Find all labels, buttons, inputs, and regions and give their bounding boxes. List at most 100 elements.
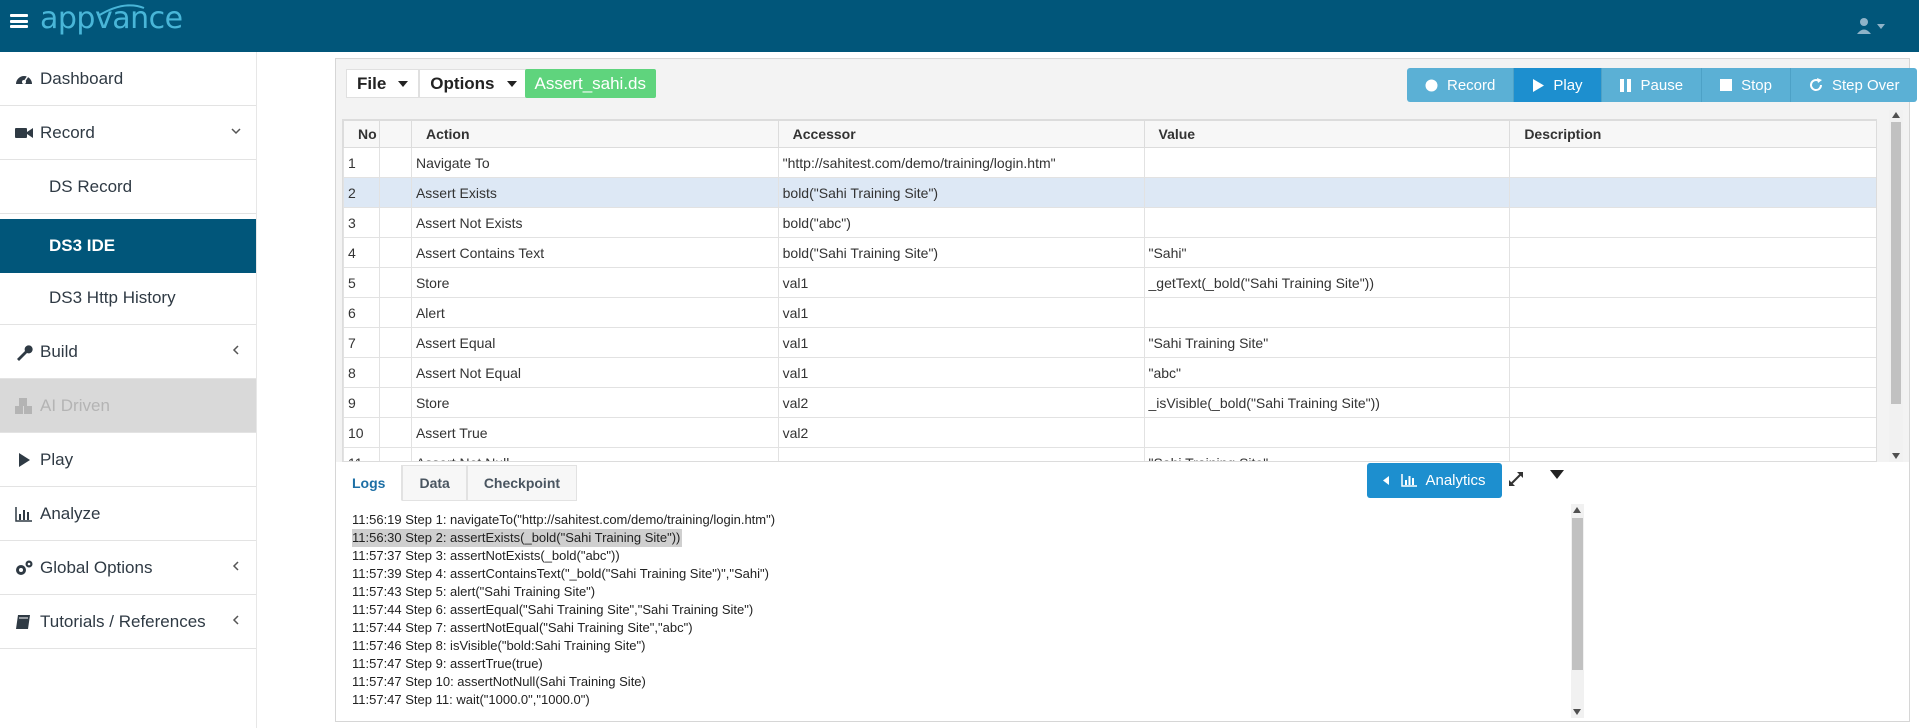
options-menu-button[interactable]: Options: [419, 69, 528, 98]
log-scrollbar[interactable]: [1571, 504, 1584, 718]
cell-action[interactable]: Assert Exists: [410, 177, 779, 208]
cell-value[interactable]: [1143, 177, 1511, 208]
column-header-accessor[interactable]: Accessor: [777, 120, 1145, 148]
cell-description[interactable]: [1509, 177, 1876, 208]
scroll-down-arrow-icon[interactable]: [1573, 709, 1581, 715]
record-label: Record: [1447, 76, 1496, 94]
table-row[interactable]: 8 Assert Not Equal val1 "abc": [343, 357, 1876, 388]
cell-accessor[interactable]: val1: [777, 297, 1145, 328]
collapse-caret-down-icon[interactable]: [1550, 470, 1564, 480]
sidebar-divider: [256, 52, 257, 728]
cell-value[interactable]: [1143, 297, 1511, 328]
cell-value[interactable]: _isVisible(_bold("Sahi Training Site")): [1143, 387, 1511, 418]
play-button[interactable]: Play: [1514, 68, 1602, 102]
table-row[interactable]: 3 Assert Not Exists bold("abc"): [343, 207, 1876, 238]
scroll-up-arrow-icon[interactable]: [1892, 112, 1900, 118]
log-line-highlighted: 11:56:30 Step 2: assertExists(_bold("Sah…: [352, 529, 683, 547]
cell-description[interactable]: [1509, 207, 1876, 238]
sidebar-item-ai-driven: AI Driven: [0, 379, 256, 433]
sidebar-item-ds3-ide[interactable]: DS3 IDE: [0, 219, 256, 273]
cell-accessor[interactable]: val2: [777, 417, 1145, 448]
cell-accessor[interactable]: bold("Sahi Training Site"): [777, 177, 1145, 208]
cell-action[interactable]: Store: [410, 387, 779, 418]
grid-scrollbar[interactable]: [1889, 110, 1903, 462]
column-header-description[interactable]: Description: [1509, 120, 1876, 148]
cell-action[interactable]: Navigate To: [410, 147, 779, 178]
sidebar-item-ds-record[interactable]: DS Record: [0, 160, 256, 214]
sidebar-item-dashboard[interactable]: Dashboard: [0, 52, 256, 106]
pause-button[interactable]: Pause: [1601, 68, 1703, 102]
table-row[interactable]: 7 Assert Equal val1 "Sahi Training Site": [343, 327, 1876, 358]
cell-action[interactable]: Assert Not Equal: [410, 357, 779, 388]
cell-action[interactable]: Assert Not Null: [410, 447, 779, 461]
cell-accessor[interactable]: val1: [777, 357, 1145, 388]
sidebar-item-analyze[interactable]: Analyze: [0, 487, 256, 541]
table-row[interactable]: 6 Alert val1: [343, 297, 1876, 328]
grid-scrollbar-thumb[interactable]: [1891, 122, 1901, 404]
cell-description[interactable]: [1509, 327, 1876, 358]
column-header-action[interactable]: Action: [410, 120, 779, 148]
sidebar-item-global-options[interactable]: Global Options: [0, 541, 256, 595]
table-row[interactable]: 10 Assert True val2: [343, 417, 1876, 448]
cell-value[interactable]: "Sahi Training Site": [1143, 447, 1511, 461]
stop-button[interactable]: Stop: [1702, 68, 1791, 102]
cell-description[interactable]: [1509, 357, 1876, 388]
table-row[interactable]: 4 Assert Contains Text bold("Sahi Trainin…: [343, 237, 1876, 268]
cell-description[interactable]: [1509, 237, 1876, 268]
cell-accessor[interactable]: val1: [777, 327, 1145, 358]
table-row[interactable]: 1 Navigate To "http://sahitest.com/demo/t…: [343, 147, 1876, 178]
cell-accessor[interactable]: [777, 447, 1145, 461]
sidebar-item-ds3-http-history[interactable]: DS3 Http History: [0, 271, 256, 325]
cell-action[interactable]: Assert Not Exists: [410, 207, 779, 238]
table-row[interactable]: 5 Store val1 _getText(_bold("Sahi Trainin…: [343, 267, 1876, 298]
cell-value[interactable]: [1143, 207, 1511, 238]
record-button[interactable]: Record: [1407, 68, 1515, 102]
user-menu-icon[interactable]: [1855, 16, 1889, 36]
table-row[interactable]: 2 Assert Exists bold("Sahi Training Site"…: [343, 177, 1876, 208]
table-row[interactable]: 9 Store val2 _isVisible(_bold("Sahi Train…: [343, 387, 1876, 418]
cell-value[interactable]: "abc": [1143, 357, 1511, 388]
cell-action[interactable]: Assert Contains Text: [410, 237, 779, 268]
log-scrollbar-thumb[interactable]: [1572, 518, 1583, 670]
hamburger-menu-icon[interactable]: [10, 14, 28, 28]
cell-value[interactable]: "Sahi": [1143, 237, 1511, 268]
cell-description[interactable]: [1509, 267, 1876, 298]
file-menu-button[interactable]: File: [346, 69, 420, 98]
scroll-up-arrow-icon[interactable]: [1573, 507, 1581, 513]
cell-accessor[interactable]: val2: [777, 387, 1145, 418]
sidebar-item-tutorials[interactable]: Tutorials / References: [0, 595, 256, 649]
tab-data[interactable]: Data: [402, 465, 467, 501]
cell-action[interactable]: Assert True: [410, 417, 779, 448]
cell-description[interactable]: [1509, 447, 1876, 461]
cell-description[interactable]: [1509, 297, 1876, 328]
cell-description[interactable]: [1509, 387, 1876, 418]
expand-icon[interactable]: [1507, 470, 1525, 488]
cell-action[interactable]: Store: [410, 267, 779, 298]
column-header-value[interactable]: Value: [1143, 120, 1511, 148]
cell-action[interactable]: Assert Equal: [410, 327, 779, 358]
sidebar-item-play[interactable]: Play: [0, 433, 256, 487]
cell-accessor[interactable]: "http://sahitest.com/demo/training/login…: [777, 147, 1145, 178]
sidebar-item-label: DS Record: [49, 176, 133, 196]
scroll-down-arrow-icon[interactable]: [1892, 453, 1900, 459]
tab-checkpoint[interactable]: Checkpoint: [466, 465, 578, 501]
cell-accessor[interactable]: val1: [777, 267, 1145, 298]
cell-value[interactable]: _getText(_bold("Sahi Training Site")): [1143, 267, 1511, 298]
sidebar-item-record[interactable]: Record: [0, 106, 256, 160]
cell-description[interactable]: [1509, 417, 1876, 448]
cell-value[interactable]: [1143, 417, 1511, 448]
sidebar-item-label: Global Options: [40, 557, 153, 577]
analytics-button[interactable]: Analytics: [1367, 463, 1502, 498]
cell-accessor[interactable]: bold("Sahi Training Site"): [777, 237, 1145, 268]
column-header-no[interactable]: No: [343, 120, 380, 148]
cell-action[interactable]: Alert: [410, 297, 779, 328]
bar-chart-icon: [15, 506, 32, 522]
step-over-button[interactable]: Step Over: [1790, 68, 1918, 102]
table-row[interactable]: 11 Assert Not Null "Sahi Training Site": [343, 447, 1876, 461]
cell-accessor[interactable]: bold("abc"): [777, 207, 1145, 238]
cell-value[interactable]: "Sahi Training Site": [1143, 327, 1511, 358]
sidebar-item-build[interactable]: Build: [0, 325, 256, 379]
cell-description[interactable]: [1509, 147, 1876, 178]
cell-value[interactable]: [1143, 147, 1511, 178]
tab-logs[interactable]: Logs: [336, 465, 403, 501]
